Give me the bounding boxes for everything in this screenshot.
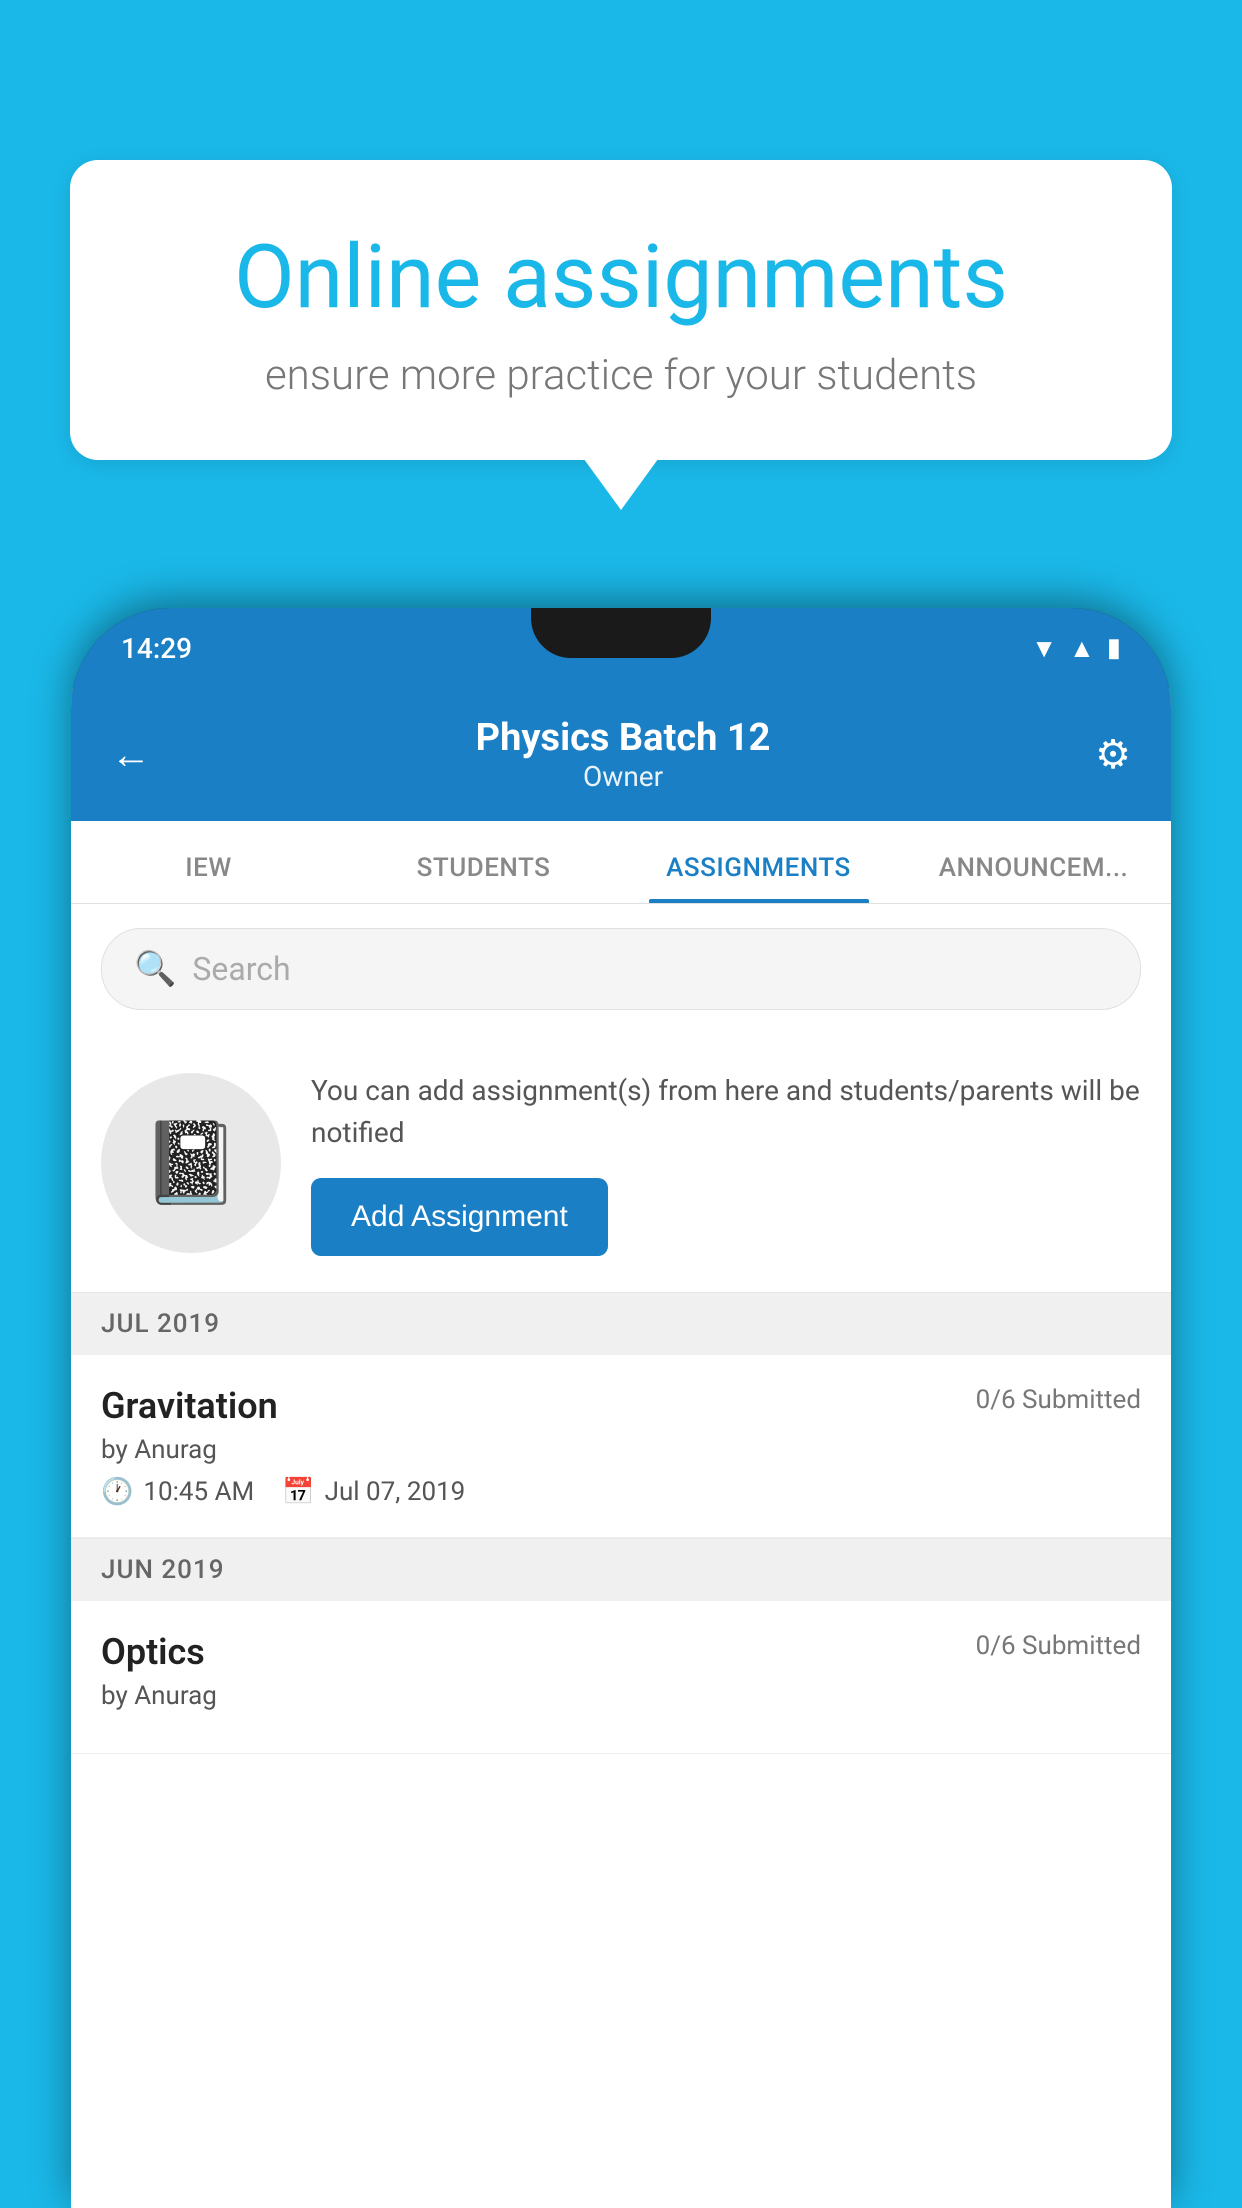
section-jun-2019: JUN 2019 <box>71 1539 1171 1601</box>
bubble-subtitle: ensure more practice for your students <box>150 351 1092 400</box>
tab-assignments[interactable]: ASSIGNMENTS <box>621 821 896 903</box>
header-center: Physics Batch 12 Owner <box>476 716 771 793</box>
assignment-submitted-gravitation: 0/6 Submitted <box>976 1385 1141 1415</box>
assignment-date-value: Jul 07, 2019 <box>325 1477 466 1507</box>
search-container: 🔍 Search <box>71 904 1171 1034</box>
status-time: 14:29 <box>121 632 192 665</box>
assignment-name-gravitation: Gravitation <box>101 1385 278 1427</box>
search-icon: 🔍 <box>134 949 176 989</box>
assignment-date: 📅 Jul 07, 2019 <box>282 1477 465 1507</box>
assignment-time: 🕐 10:45 AM <box>101 1477 254 1507</box>
info-content: You can add assignment(s) from here and … <box>311 1070 1141 1256</box>
assignment-row-top-optics: Optics 0/6 Submitted <box>101 1631 1141 1673</box>
assignment-submitted-optics: 0/6 Submitted <box>976 1631 1141 1661</box>
info-text: You can add assignment(s) from here and … <box>311 1070 1141 1154</box>
signal-icon: ▲ <box>1069 633 1095 664</box>
assignment-meta-gravitation: 🕐 10:45 AM 📅 Jul 07, 2019 <box>101 1477 1141 1507</box>
assignment-author-optics: by Anurag <box>101 1681 1141 1711</box>
header-subtitle: Owner <box>476 760 771 793</box>
assignment-author-gravitation: by Anurag <box>101 1435 1141 1465</box>
info-card: 📓 You can add assignment(s) from here an… <box>71 1034 1171 1292</box>
header-title: Physics Batch 12 <box>476 716 771 760</box>
battery-icon: ▮ <box>1107 633 1121 663</box>
back-button[interactable]: ← <box>111 731 151 778</box>
bubble-title: Online assignments <box>150 230 1092 327</box>
tab-iew[interactable]: IEW <box>71 821 346 903</box>
section-jul-2019: JUL 2019 <box>71 1293 1171 1355</box>
add-assignment-button[interactable]: Add Assignment <box>311 1178 608 1256</box>
calendar-icon: 📅 <box>282 1477 314 1507</box>
notebook-icon: 📓 <box>141 1116 241 1210</box>
phone-frame: 14:29 ▼ ▲ ▮ ← Physics Batch 12 Owner ⚙ I… <box>71 608 1171 2208</box>
assignment-row-top: Gravitation 0/6 Submitted <box>101 1385 1141 1427</box>
search-placeholder: Search <box>192 950 290 988</box>
speech-bubble: Online assignments ensure more practice … <box>70 160 1172 460</box>
info-icon-circle: 📓 <box>101 1073 281 1253</box>
assignment-name-optics: Optics <box>101 1631 205 1673</box>
tab-students[interactable]: STUDENTS <box>346 821 621 903</box>
search-bar[interactable]: 🔍 Search <box>101 928 1141 1010</box>
assignment-optics[interactable]: Optics 0/6 Submitted by Anurag <box>71 1601 1171 1754</box>
tab-announcements[interactable]: ANNOUNCEM... <box>896 821 1171 903</box>
clock-icon: 🕐 <box>101 1477 133 1507</box>
speech-bubble-container: Online assignments ensure more practice … <box>70 160 1172 460</box>
app-header: ← Physics Batch 12 Owner ⚙ <box>71 688 1171 821</box>
section-label-jul: JUL 2019 <box>101 1309 220 1339</box>
section-label-jun: JUN 2019 <box>101 1555 224 1585</box>
status-bar: 14:29 ▼ ▲ ▮ <box>71 608 1171 688</box>
settings-icon[interactable]: ⚙ <box>1095 731 1131 778</box>
wifi-icon: ▼ <box>1031 633 1057 664</box>
phone-screen: ← Physics Batch 12 Owner ⚙ IEW STUDENTS … <box>71 688 1171 2208</box>
tabs-bar: IEW STUDENTS ASSIGNMENTS ANNOUNCEM... <box>71 821 1171 904</box>
status-icons: ▼ ▲ ▮ <box>1031 633 1121 664</box>
assignment-time-value: 10:45 AM <box>143 1477 254 1507</box>
assignment-gravitation[interactable]: Gravitation 0/6 Submitted by Anurag 🕐 10… <box>71 1355 1171 1538</box>
